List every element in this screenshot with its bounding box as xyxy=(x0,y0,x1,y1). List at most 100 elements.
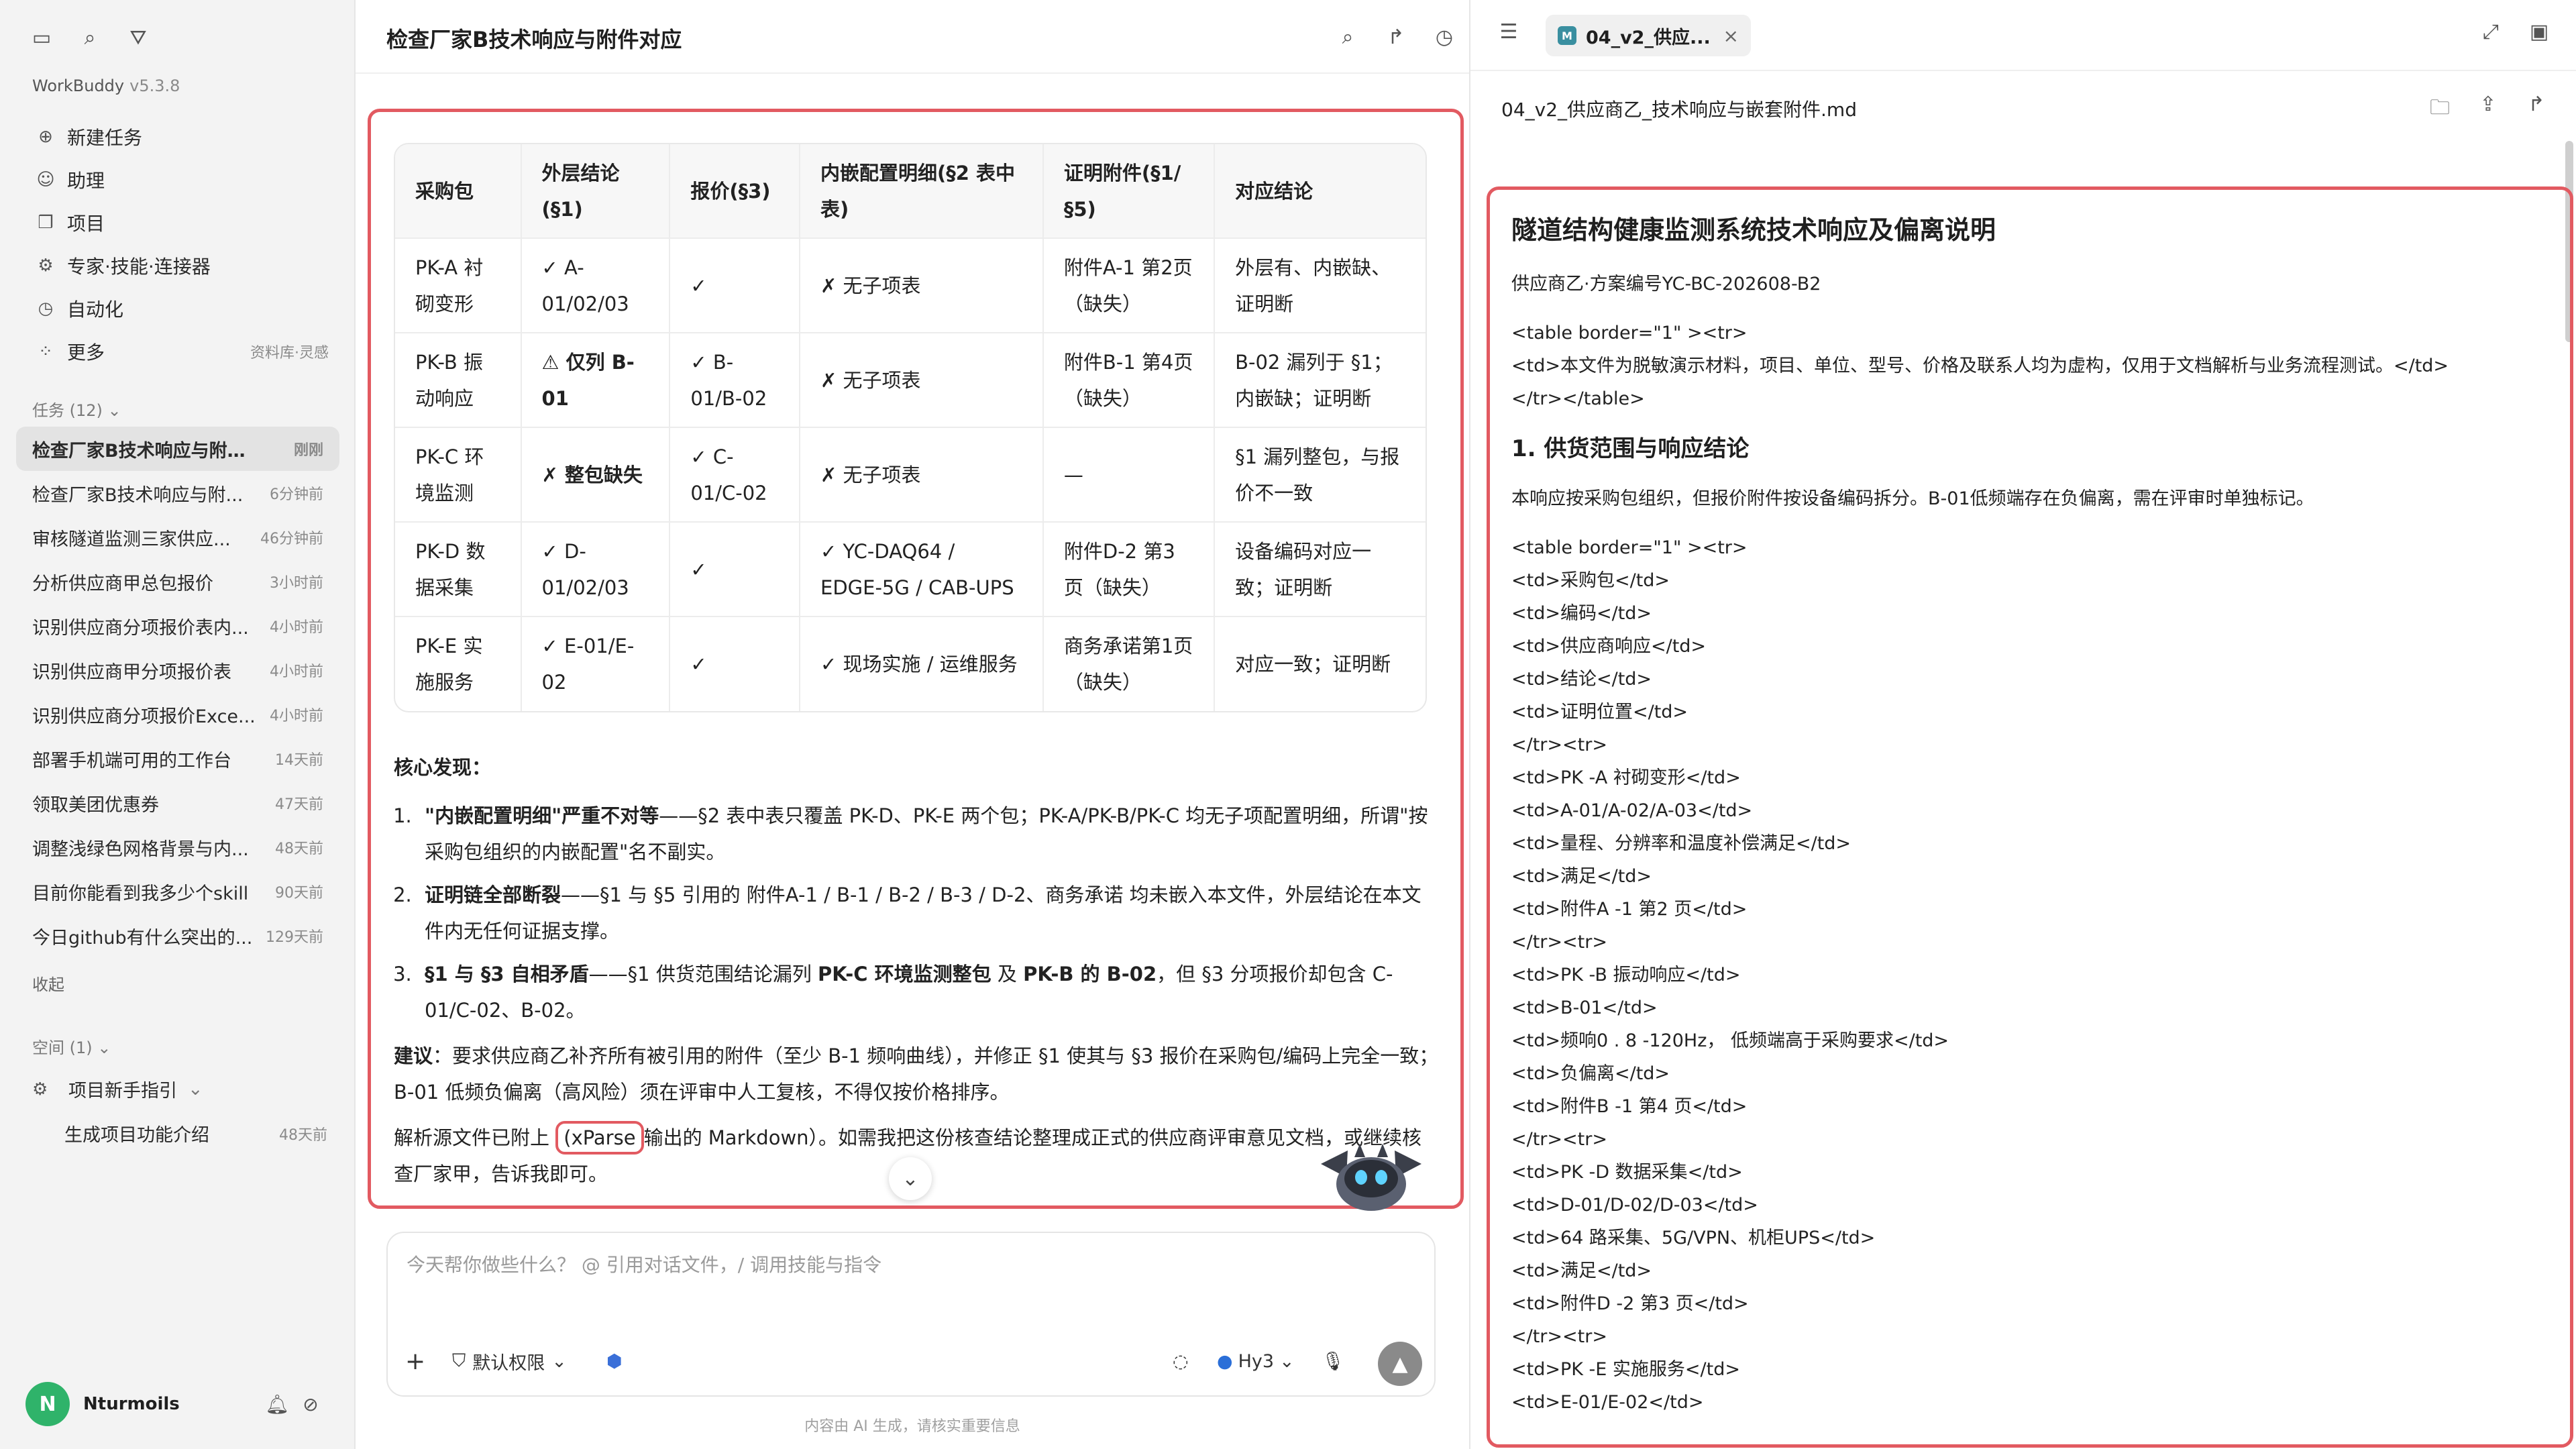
task-item[interactable]: 检查厂家B技术响应与附... 6分钟前 xyxy=(16,471,339,515)
doc-tab[interactable]: M 04_v2_供应... × xyxy=(1546,15,1751,56)
findings-section: 核心发现： "内嵌配置明细"严重不对等——§2 表中表只覆盖 PK-D、PK-E… xyxy=(394,749,1440,1192)
add-button[interactable]: + xyxy=(405,1344,425,1378)
compass-icon[interactable]: ⊘ xyxy=(294,1393,327,1415)
doc-line: <td>采购包</td> xyxy=(1511,570,1670,591)
space-item[interactable]: ⚙ 项目新手指引 ⌄ xyxy=(32,1076,327,1102)
task-item[interactable]: 识别供应商甲分项报价表 4小时前 xyxy=(16,648,339,692)
avatar[interactable]: N xyxy=(25,1382,70,1426)
table-cell: ✓ YC-DAQ64 / EDGE-5G / CAB-UPS xyxy=(800,522,1044,617)
nav-expert[interactable]: ⚙ 专家·技能·连接器 xyxy=(21,244,337,287)
sidebar-nav: ⊕ 新建任务 ☺ 助理 ❒ 项目 ⚙ 专家·技能·连接器 ◷ 自动化 ⁘ 更多 资料库·灵感 xyxy=(21,115,337,373)
task-item[interactable]: 审核隧道监测三家供应... 46分钟前 xyxy=(16,515,339,559)
mascot-image xyxy=(1321,1144,1421,1211)
task-item-active[interactable]: 检查厂家B技术响应与附件... 刚刚 xyxy=(16,427,339,471)
table-cell: ✓ xyxy=(669,238,801,333)
task-title: 目前你能看到我多少个skill xyxy=(32,883,249,904)
table-cell: ✓ A-01/02/03 xyxy=(521,238,671,333)
more-icon: ⁘ xyxy=(38,341,53,362)
permission-select[interactable]: ⛉ 默认权限 ⌄ xyxy=(452,1344,567,1378)
table-cell: 附件D-2 第3页（缺失） xyxy=(1042,522,1216,617)
task-item[interactable]: 目前你能看到我多少个skill 90天前 xyxy=(16,869,339,914)
table-cell: ✓ C-01/C-02 xyxy=(669,427,801,523)
send-button[interactable]: ▲ xyxy=(1378,1342,1422,1386)
nav-project[interactable]: ❒ 项目 xyxy=(21,201,337,244)
task-time: 90天前 xyxy=(275,885,323,902)
share-icon[interactable]: ↱ xyxy=(1381,21,1411,52)
table-cell: ✗ 整包缺失 xyxy=(521,427,671,523)
task-title: 检查厂家B技术响应与附... xyxy=(32,484,244,506)
model-select[interactable]: ● Hy3 ⌄ xyxy=(1217,1344,1295,1378)
doc-line: </tr><tr> xyxy=(1511,932,1607,953)
filter-icon[interactable]: ⛛ xyxy=(123,23,153,52)
task-time: 47天前 xyxy=(275,796,323,813)
nav-label: 助理 xyxy=(67,170,105,192)
task-title: 调整浅绿色网格背景与内... xyxy=(32,839,249,860)
app-title: WorkBuddy xyxy=(32,76,125,95)
findings-list: "内嵌配置明细"严重不对等——§2 表中表只覆盖 PK-D、PK-E 两个包；P… xyxy=(418,798,1440,1028)
scroll-down-button[interactable]: ⌄ xyxy=(889,1157,932,1200)
nav-more[interactable]: ⁘ 更多 资料库·灵感 xyxy=(21,330,337,373)
finding-text: ——§1 与 §5 引用的 附件A-1 / B-1 / B-2 / B-3 / … xyxy=(425,883,1421,943)
microphone-button[interactable]: 🎙︎ xyxy=(1322,1344,1344,1378)
result-table: 采购包 外层结论(§1) 报价(§3) 内嵌配置明细(§2 表中表) 证明附件(… xyxy=(395,144,1426,711)
message-composer[interactable]: 今天帮你做些什么？ @ 引用对话文件，/ 调用技能与指令 + ⛉ 默认权限 ⌄ ⬢ … xyxy=(386,1232,1436,1397)
expand-icon[interactable]: ⤢ xyxy=(2475,20,2506,44)
table-cell: PK-E 实施服务 xyxy=(395,616,522,711)
task-title: 审核隧道监测三家供应... xyxy=(32,529,231,550)
task-item[interactable]: 识别供应商分项报价表内... 4小时前 xyxy=(16,604,339,648)
sidebar-toggle-icon[interactable]: ▭ xyxy=(27,23,56,52)
task-item[interactable]: 调整浅绿色网格背景与内... 48天前 xyxy=(16,825,339,869)
folder-icon[interactable]: 🗀︎ xyxy=(2424,93,2455,127)
ai-disclaimer: 内容由 AI 生成，请核实重要信息 xyxy=(804,1418,1020,1435)
task-item[interactable]: 部署手机端可用的工作台 14天前 xyxy=(16,737,339,781)
xparse-highlight[interactable]: (xParse xyxy=(555,1121,644,1155)
table-cell: PK-B 振动响应 xyxy=(395,333,522,428)
task-item[interactable]: 今日github有什么突出的... 129天前 xyxy=(16,914,339,958)
doc-subtitle: 供应商乙·方案编号YC-BC-202608-B2 xyxy=(1511,274,1821,294)
search-icon[interactable]: ⌕ xyxy=(75,23,105,52)
history-icon[interactable]: ◷ xyxy=(1429,21,1460,52)
nav-assistant[interactable]: ☺ 助理 xyxy=(21,158,337,201)
task-item[interactable]: 识别供应商分项报价Exce... 4小时前 xyxy=(16,692,339,737)
nav-automation[interactable]: ◷ 自动化 xyxy=(21,287,337,330)
task-time: 14天前 xyxy=(275,752,323,769)
finding-item: "内嵌配置明细"严重不对等——§2 表中表只覆盖 PK-D、PK-E 两个包；P… xyxy=(418,798,1440,870)
doc-line: <td>PK -A 衬砌变形</td> xyxy=(1511,767,1741,788)
tasks-header[interactable]: 任务 (12) ⌄ xyxy=(32,397,121,421)
table-cell: 外层有、内嵌缺、证明断 xyxy=(1214,238,1426,333)
composer-placeholder[interactable]: 今天帮你做些什么？ @ 引用对话文件，/ 调用技能与指令 xyxy=(407,1250,881,1277)
arrow-up-icon: ▲ xyxy=(1392,1352,1408,1376)
app-version: v5.3.8 xyxy=(129,76,180,95)
close-icon[interactable]: × xyxy=(1723,25,1739,47)
table-row: PK-E 实施服务 ✓ E-01/E-02 ✓ ✓ 现场实施 / 运维服务 商务… xyxy=(395,616,1426,711)
cube-button[interactable]: ⬢ xyxy=(606,1344,623,1378)
chevron-down-icon: ⌄ xyxy=(902,1167,919,1191)
task-time: 3小时前 xyxy=(270,575,323,592)
space-subitem[interactable]: 生成项目功能介绍 48天前 xyxy=(64,1120,327,1146)
outline-icon[interactable]: ☰ xyxy=(1493,20,1524,44)
space-header[interactable]: 空间 (1) ⌄ xyxy=(32,1034,111,1058)
page-title: 检查厂家B技术响应与附件对应 xyxy=(386,27,682,52)
user-bar: N Nturmoils 🔔︎ ⊘ xyxy=(25,1381,327,1428)
share-icon[interactable]: ↱ xyxy=(2521,93,2552,116)
bell-icon[interactable]: 🔔︎ xyxy=(260,1393,294,1415)
panel-icon[interactable]: ▣ xyxy=(2524,20,2555,44)
tasks-header-label: 任务 (12) xyxy=(32,401,103,420)
nav-new-task[interactable]: ⊕ 新建任务 xyxy=(21,115,337,158)
upload-icon[interactable]: ⇪ xyxy=(2473,93,2504,116)
nav-label: 自动化 xyxy=(67,299,124,321)
table-row: PK-D 数据采集 ✓ D-01/02/03 ✓ ✓ YC-DAQ64 / ED… xyxy=(395,522,1426,617)
search-icon[interactable]: ⌕ xyxy=(1332,21,1363,52)
finding-bold: 证明链全部断裂 xyxy=(425,883,561,906)
doc-line: <td>B-01</td> xyxy=(1511,998,1658,1018)
table-cell: ✗ 无子项表 xyxy=(800,427,1044,523)
table-cell: ✓ E-01/E-02 xyxy=(521,616,671,711)
task-title: 识别供应商分项报价表内... xyxy=(32,617,249,639)
table-cell: ⚠ 仅列 B-01 xyxy=(521,333,671,428)
space-subitem-label: 生成项目功能介绍 xyxy=(64,1125,209,1146)
task-item[interactable]: 分析供应商甲总包报价 3小时前 xyxy=(16,559,339,604)
table-header: 外层结论(§1) xyxy=(521,144,671,239)
task-item[interactable]: 领取美团优惠券 47天前 xyxy=(16,781,339,825)
collapse-tasks-button[interactable]: 收起 xyxy=(32,971,64,995)
task-title: 检查厂家B技术响应与附件... xyxy=(32,440,260,462)
